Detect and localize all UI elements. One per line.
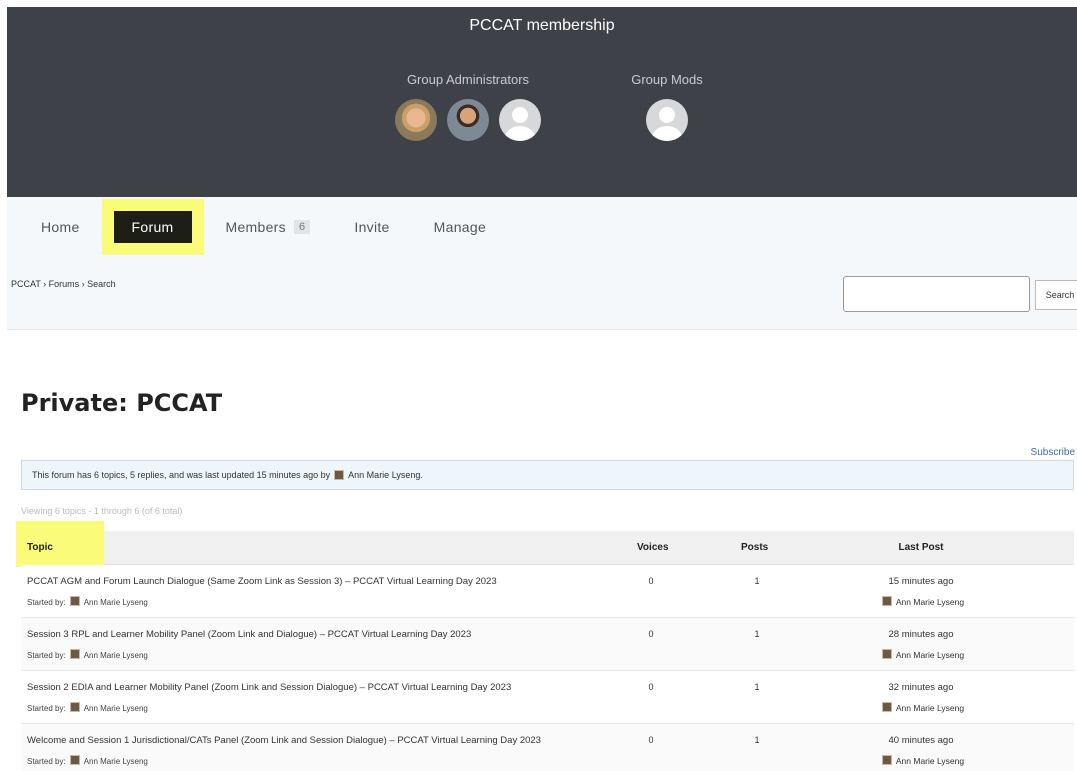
group-title: PCCAT membership (469, 17, 615, 34)
header-last-post: Last Post (898, 542, 944, 553)
started-by-label: Started by: (27, 704, 66, 713)
author-avatar-icon (881, 755, 892, 765)
members-count-badge: 6 (293, 220, 311, 234)
author-link[interactable]: Ann Marie Lyseng (84, 598, 148, 607)
header-voices: Voices (637, 542, 669, 553)
group-mods-label: Group Mods (631, 72, 703, 87)
group-nav: Home Forum Members 6 Invite Manage (31, 199, 520, 255)
last-post-author: Ann Marie Lyseng (841, 596, 1001, 607)
nav-home[interactable]: Home (31, 211, 90, 243)
nav-invite[interactable]: Invite (344, 211, 399, 243)
posts-count: 1 (754, 682, 760, 692)
last-post-time[interactable]: 32 minutes ago (841, 682, 1001, 693)
notice-text: This forum has 6 topics, 5 replies, and … (32, 470, 331, 480)
topic-link[interactable]: PCCAT AGM and Forum Launch Dialogue (Sam… (27, 576, 497, 587)
author-avatar-icon (334, 470, 345, 480)
author-link[interactable]: Ann Marie Lyseng (896, 756, 964, 766)
breadcrumb[interactable]: PCCAT › Forums › Search (11, 279, 116, 289)
voices-count: 0 (648, 629, 654, 639)
notice-author-link[interactable]: Ann Marie Lyseng. (348, 470, 423, 480)
group-header: PCCAT membership Group Administrators Gr… (7, 7, 1077, 197)
nav-forum[interactable]: Forum (101, 199, 204, 255)
last-post-author: Ann Marie Lyseng (841, 755, 1001, 766)
posts-count: 1 (754, 576, 760, 586)
last-post-time[interactable]: 40 minutes ago (841, 735, 1001, 746)
topics-table: Topic Voices Posts Last Post PCCAT AGM a… (16, 521, 1074, 771)
last-post-author: Ann Marie Lyseng (841, 702, 1001, 713)
admin-avatar[interactable] (447, 99, 489, 141)
group-nav-area: Home Forum Members 6 Invite Manage PCCAT… (7, 197, 1077, 330)
author-avatar-icon (881, 649, 892, 659)
voices-count: 0 (648, 682, 654, 692)
last-post-time[interactable]: 15 minutes ago (841, 576, 1001, 587)
search-button[interactable]: Search (1035, 280, 1077, 310)
last-post-time[interactable]: 28 minutes ago (841, 629, 1001, 640)
table-row: PCCAT AGM and Forum Launch Dialogue (Sam… (21, 565, 1074, 618)
topic-link[interactable]: Session 2 EDIA and Learner Mobility Pane… (27, 682, 511, 693)
nav-members[interactable]: Members 6 (216, 211, 321, 243)
started-by-label: Started by: (27, 651, 66, 660)
author-link[interactable]: Ann Marie Lyseng (896, 597, 964, 607)
admin-avatar[interactable] (395, 99, 437, 141)
voices-count: 0 (648, 576, 654, 586)
table-row: Welcome and Session 1 Jurisdictional/CAT… (21, 724, 1074, 771)
author-avatar-icon (881, 702, 892, 712)
topic-link[interactable]: Session 3 RPL and Learner Mobility Panel… (27, 629, 471, 640)
voices-count: 0 (648, 735, 654, 745)
author-link[interactable]: Ann Marie Lyseng (84, 757, 148, 766)
table-row: Session 2 EDIA and Learner Mobility Pane… (21, 671, 1074, 724)
admin-avatar[interactable] (499, 99, 541, 141)
header-topic: Topic (27, 542, 53, 553)
author-link[interactable]: Ann Marie Lyseng (896, 650, 964, 660)
nav-manage[interactable]: Manage (424, 211, 496, 243)
table-header: Topic Voices Posts Last Post (16, 521, 1074, 567)
last-post-author: Ann Marie Lyseng (841, 649, 1001, 660)
author-avatar-icon (69, 702, 80, 712)
author-avatar-icon (69, 755, 80, 765)
search-input[interactable] (843, 276, 1030, 312)
topic-started-by: Started by: Ann Marie Lyseng (27, 649, 148, 660)
mod-avatar[interactable] (646, 99, 688, 141)
posts-count: 1 (754, 735, 760, 745)
author-avatar-icon (69, 649, 80, 659)
author-link[interactable]: Ann Marie Lyseng (896, 703, 964, 713)
table-row: Session 3 RPL and Learner Mobility Panel… (21, 618, 1074, 671)
topic-link[interactable]: Welcome and Session 1 Jurisdictional/CAT… (27, 735, 541, 746)
forum-title: Private: PCCAT (21, 389, 223, 417)
topic-started-by: Started by: Ann Marie Lyseng (27, 596, 148, 607)
header-posts: Posts (741, 542, 769, 553)
topic-started-by: Started by: Ann Marie Lyseng (27, 755, 148, 766)
started-by-label: Started by: (27, 598, 66, 607)
posts-count: 1 (754, 629, 760, 639)
group-administrators: Group Administrators (387, 72, 549, 141)
topic-started-by: Started by: Ann Marie Lyseng (27, 702, 148, 713)
forum-info-notice: This forum has 6 topics, 5 replies, and … (21, 460, 1074, 490)
author-link[interactable]: Ann Marie Lyseng (84, 704, 148, 713)
pagination-count: Viewing 6 topics - 1 through 6 (of 6 tot… (21, 506, 183, 516)
author-avatar-icon (881, 596, 892, 606)
group-mods: Group Mods (617, 72, 717, 141)
nav-members-label: Members (225, 219, 286, 235)
author-avatar-icon (69, 596, 80, 606)
subscribe-link[interactable]: Subscribe (1031, 447, 1075, 458)
author-link[interactable]: Ann Marie Lyseng (84, 651, 148, 660)
started-by-label: Started by: (27, 757, 66, 766)
group-administrators-label: Group Administrators (406, 72, 530, 87)
